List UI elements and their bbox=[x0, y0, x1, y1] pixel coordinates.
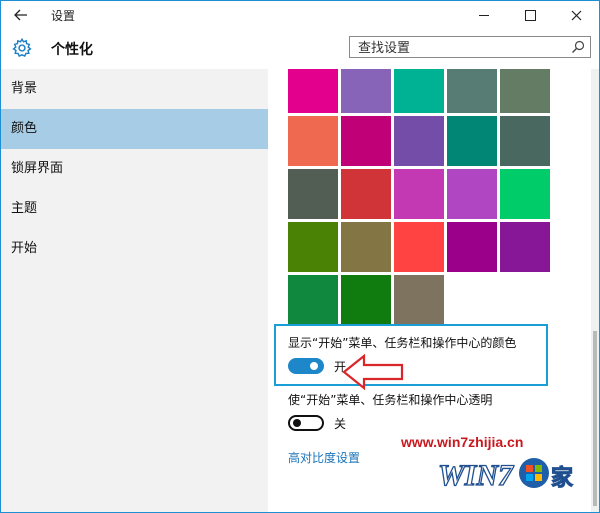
color-swatch[interactable] bbox=[447, 222, 497, 272]
page-title: 个性化 bbox=[51, 42, 93, 58]
color-swatch[interactable] bbox=[500, 116, 550, 166]
maximize-button[interactable] bbox=[507, 1, 553, 29]
svg-text:WIN7: WIN7 bbox=[438, 459, 514, 492]
color-swatch[interactable] bbox=[341, 116, 391, 166]
search-input[interactable] bbox=[350, 38, 568, 59]
color-swatch[interactable] bbox=[288, 275, 338, 325]
color-swatch[interactable] bbox=[288, 222, 338, 272]
watermark-url: www.win7zhijia.cn bbox=[401, 434, 524, 450]
sidebar-item-background[interactable]: 背景 bbox=[1, 69, 268, 109]
window-title: 设置 bbox=[51, 9, 76, 23]
scrollbar-thumb[interactable] bbox=[593, 331, 597, 506]
gear-icon bbox=[12, 37, 32, 58]
close-button[interactable] bbox=[553, 1, 599, 29]
show-color-label: 显示“开始”菜单、任务栏和操作中心的颜色 bbox=[288, 336, 517, 350]
sidebar: 背景 颜色 锁屏界面 主题 开始 bbox=[1, 69, 268, 512]
title-bar: 设置 bbox=[1, 1, 599, 29]
watermark-logo: WIN7 家 bbox=[437, 458, 575, 493]
toggle-knob bbox=[293, 419, 301, 427]
arrow-left-icon bbox=[14, 9, 27, 21]
show-color-toggle[interactable] bbox=[288, 358, 324, 374]
minimize-icon bbox=[479, 14, 489, 16]
color-swatch[interactable] bbox=[447, 169, 497, 219]
sidebar-item-themes[interactable]: 主题 bbox=[1, 189, 268, 229]
minimize-button[interactable] bbox=[461, 1, 507, 29]
high-contrast-link[interactable]: 高对比度设置 bbox=[288, 449, 360, 466]
color-swatch[interactable] bbox=[341, 169, 391, 219]
color-swatch[interactable] bbox=[394, 69, 444, 113]
color-swatch[interactable] bbox=[288, 116, 338, 166]
color-swatch[interactable] bbox=[394, 222, 444, 272]
transparent-toggle[interactable] bbox=[288, 415, 324, 431]
page-header: 个性化 bbox=[1, 29, 599, 69]
color-swatch[interactable] bbox=[288, 69, 338, 113]
toggle-knob bbox=[310, 362, 318, 370]
transparent-label: 使“开始”菜单、任务栏和操作中心透明 bbox=[288, 393, 493, 407]
annotation-arrow-icon bbox=[342, 354, 404, 390]
scrollbar[interactable] bbox=[591, 69, 599, 512]
color-swatch[interactable] bbox=[394, 275, 444, 325]
color-swatch[interactable] bbox=[341, 222, 391, 272]
search-box[interactable] bbox=[349, 36, 591, 59]
svg-text:家: 家 bbox=[551, 465, 574, 491]
color-swatch[interactable] bbox=[341, 275, 391, 325]
color-swatch[interactable] bbox=[500, 69, 550, 113]
sidebar-item-lock-screen[interactable]: 锁屏界面 bbox=[1, 149, 268, 189]
color-swatch[interactable] bbox=[500, 222, 550, 272]
maximize-icon bbox=[524, 9, 536, 21]
back-button[interactable] bbox=[7, 3, 35, 27]
color-swatch[interactable] bbox=[447, 116, 497, 166]
sidebar-item-start[interactable]: 开始 bbox=[1, 229, 268, 269]
settings-window: 设置 个性化 背景 颜色 bbox=[0, 0, 600, 513]
color-swatch[interactable] bbox=[288, 169, 338, 219]
search-icon[interactable] bbox=[571, 40, 585, 54]
sidebar-item-colors[interactable]: 颜色 bbox=[1, 109, 268, 149]
color-swatch[interactable] bbox=[341, 69, 391, 113]
close-icon bbox=[571, 10, 581, 20]
color-swatch[interactable] bbox=[394, 116, 444, 166]
color-swatch[interactable] bbox=[447, 69, 497, 113]
transparent-state: 关 bbox=[334, 417, 347, 431]
color-swatch[interactable] bbox=[394, 169, 444, 219]
color-swatch[interactable] bbox=[500, 169, 550, 219]
